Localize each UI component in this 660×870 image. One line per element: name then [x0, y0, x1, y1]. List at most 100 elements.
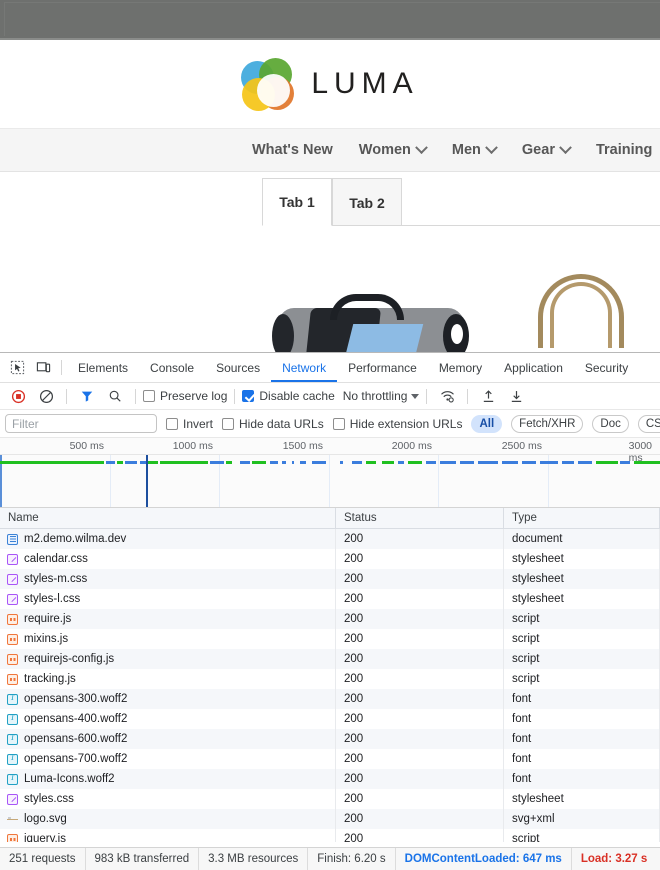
network-overview-timeline[interactable]: 500 ms 1000 ms 1500 ms 2000 ms 2500 ms 3… [0, 438, 660, 508]
cell-status: 200 [336, 729, 504, 749]
requests-table-header: Name Status Type [0, 508, 660, 529]
tab-console[interactable]: Console [139, 353, 205, 382]
tab-performance[interactable]: Performance [337, 353, 428, 382]
table-row[interactable]: opensans-300.woff2200font [0, 689, 660, 709]
script-icon [7, 614, 18, 625]
record-stop-icon[interactable] [5, 384, 31, 408]
nav-item-training[interactable]: Training [596, 142, 652, 158]
cell-status: 200 [336, 769, 504, 789]
script-icon [7, 654, 18, 665]
requests-table-body[interactable]: m2.demo.wilma.dev200documentcalendar.css… [0, 529, 660, 842]
divider [66, 389, 67, 404]
search-icon[interactable] [102, 384, 128, 408]
table-row[interactable]: styles-m.css200stylesheet [0, 569, 660, 589]
table-row[interactable]: require.js200script [0, 609, 660, 629]
table-row[interactable]: opensans-600.woff2200font [0, 729, 660, 749]
column-header-name[interactable]: Name [0, 508, 336, 529]
type-filter-all[interactable]: All [471, 415, 502, 433]
cell-type: font [504, 689, 660, 709]
request-name: jquery.js [24, 829, 66, 842]
tab-memory[interactable]: Memory [428, 353, 493, 382]
type-filter-fetch-xhr[interactable]: Fetch/XHR [511, 415, 583, 433]
hide-data-urls-checkbox[interactable]: Hide data URLs [222, 417, 324, 431]
table-row[interactable]: m2.demo.wilma.dev200document [0, 529, 660, 549]
export-har-icon[interactable] [503, 384, 529, 408]
preserve-log-checkbox[interactable]: Preserve log [143, 389, 227, 403]
filter-input[interactable] [5, 414, 157, 433]
invert-checkbox[interactable]: Invert [166, 417, 213, 431]
preserve-log-label: Preserve log [160, 389, 227, 403]
table-row[interactable]: logo.svg200svg+xml [0, 809, 660, 829]
column-header-type[interactable]: Type [504, 508, 660, 529]
status-finish: Finish: 6.20 s [308, 848, 395, 870]
tick-label: 2000 ms [392, 440, 438, 452]
table-row[interactable]: opensans-400.woff2200font [0, 709, 660, 729]
table-row[interactable]: styles.css200stylesheet [0, 789, 660, 809]
tab-network[interactable]: Network [271, 353, 337, 382]
inspect-element-icon[interactable] [4, 356, 30, 380]
request-name: opensans-400.woff2 [24, 709, 127, 729]
network-activity-band [0, 461, 660, 465]
wifi-settings-icon[interactable] [434, 384, 460, 408]
disable-cache-checkbox[interactable]: Disable cache [242, 389, 334, 403]
tab-1[interactable]: Tab 1 [262, 178, 332, 226]
filter-funnel-icon[interactable] [74, 384, 100, 408]
throttling-select[interactable]: No throttling [343, 389, 420, 403]
site-logo[interactable]: LUMA [241, 58, 418, 110]
request-name: tracking.js [24, 669, 76, 689]
nav-label: What's New [252, 142, 333, 158]
nav-item-women[interactable]: Women [359, 142, 426, 158]
table-row[interactable]: jquery.js200script [0, 829, 660, 842]
nav-label: Training [596, 142, 652, 158]
column-header-status[interactable]: Status [336, 508, 504, 529]
cell-status: 200 [336, 629, 504, 649]
request-name: requirejs-config.js [24, 649, 114, 669]
stylesheet-icon [7, 554, 18, 565]
tab-application[interactable]: Application [493, 353, 574, 382]
cell-status: 200 [336, 709, 504, 729]
nav-item-whats-new[interactable]: What's New [252, 142, 333, 158]
cell-type: font [504, 749, 660, 769]
nav-label: Gear [522, 142, 555, 158]
cell-name: opensans-400.woff2 [0, 709, 336, 729]
type-filter-doc[interactable]: Doc [592, 415, 628, 433]
table-row[interactable]: opensans-700.woff2200font [0, 749, 660, 769]
cell-name: Luma-Icons.woff2 [0, 769, 336, 789]
clear-icon[interactable] [33, 384, 59, 408]
chevron-down-icon [485, 141, 498, 154]
checkbox-box [166, 418, 178, 430]
tab-security[interactable]: Security [574, 353, 639, 382]
luma-logo-icon [241, 58, 293, 110]
table-row[interactable]: mixins.js200script [0, 629, 660, 649]
tab-elements[interactable]: Elements [67, 353, 139, 382]
content-tabs: Tab 1 Tab 2 [262, 178, 402, 226]
cell-type: script [504, 669, 660, 689]
cell-name: calendar.css [0, 549, 336, 569]
cell-status: 200 [336, 749, 504, 769]
hide-extension-urls-checkbox[interactable]: Hide extension URLs [333, 417, 463, 431]
nav-item-men[interactable]: Men [452, 142, 496, 158]
import-har-icon[interactable] [475, 384, 501, 408]
cell-name: jquery.js [0, 829, 336, 842]
device-toolbar-icon[interactable] [30, 356, 56, 380]
cell-status: 200 [336, 549, 504, 569]
script-icon [7, 634, 18, 645]
script-icon [7, 674, 18, 685]
status-load: Load: 3.27 s [572, 848, 656, 870]
tab-sources[interactable]: Sources [205, 353, 271, 382]
font-icon [7, 734, 18, 745]
table-row[interactable]: styles-l.css200stylesheet [0, 589, 660, 609]
cell-name: opensans-600.woff2 [0, 729, 336, 749]
divider [426, 389, 427, 404]
stylesheet-icon [7, 574, 18, 585]
table-row[interactable]: tracking.js200script [0, 669, 660, 689]
table-row[interactable]: requirejs-config.js200script [0, 649, 660, 669]
tab-2[interactable]: Tab 2 [332, 178, 402, 226]
cell-name: requirejs-config.js [0, 649, 336, 669]
type-filter-css[interactable]: CSS [638, 415, 660, 433]
table-row[interactable]: calendar.css200stylesheet [0, 549, 660, 569]
table-row[interactable]: Luma-Icons.woff2200font [0, 769, 660, 789]
cell-name: styles-l.css [0, 589, 336, 609]
nav-item-gear[interactable]: Gear [522, 142, 570, 158]
font-icon [7, 754, 18, 765]
